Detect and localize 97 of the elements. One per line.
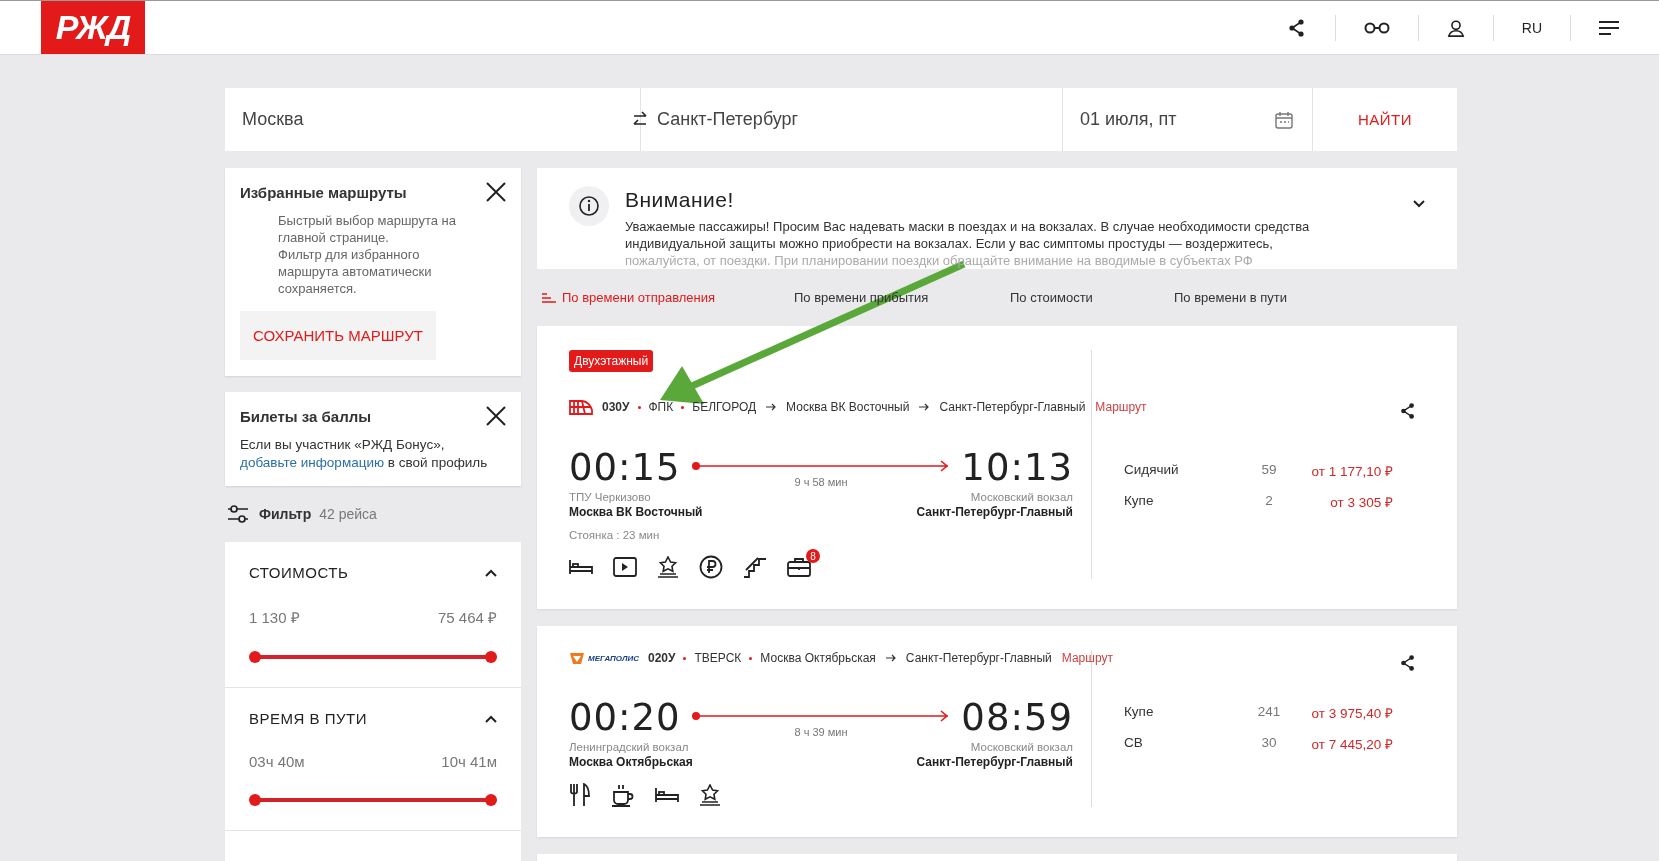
station-name: Москва Октябрьская bbox=[760, 651, 876, 665]
close-icon[interactable] bbox=[486, 182, 506, 202]
logo[interactable]: РЖД bbox=[41, 1, 145, 54]
sort-icon bbox=[542, 292, 556, 303]
close-icon[interactable] bbox=[486, 406, 506, 426]
city-name: Москва ВК Восточный bbox=[569, 505, 703, 519]
card-title: Избранные маршруты bbox=[240, 183, 407, 201]
car-class: СВ bbox=[1124, 735, 1144, 752]
route-link[interactable]: Маршрут bbox=[1095, 400, 1147, 414]
chevron-icon[interactable] bbox=[1413, 200, 1425, 208]
car-class: Купе bbox=[1124, 493, 1155, 510]
price-link[interactable]: от 1 177,10 ₽ bbox=[1304, 462, 1393, 480]
range-min: 1 130 ₽ bbox=[249, 608, 300, 627]
range-slider[interactable] bbox=[249, 651, 497, 663]
count-badge: 8 bbox=[806, 549, 820, 563]
add-info-link[interactable]: добавьте информацию bbox=[240, 455, 385, 470]
calendar-icon bbox=[1274, 109, 1294, 130]
station-name: БЕЛГОРОД bbox=[692, 400, 757, 414]
car-class: Купе bbox=[1124, 704, 1155, 721]
stop-text: Стоянка : 23 мин bbox=[569, 529, 660, 541]
from-field[interactable]: Москва bbox=[225, 88, 641, 151]
station-text: ТПУ Черкизово bbox=[569, 491, 652, 503]
description-text: Быстрый выбор маршрута на главной странице. bbox=[278, 212, 457, 246]
to-field[interactable]: Санкт-Петербург bbox=[657, 88, 1063, 151]
star-icon bbox=[699, 784, 721, 806]
share-icon[interactable] bbox=[1399, 402, 1417, 420]
station-text: Московский вокзал bbox=[969, 491, 1073, 503]
city-name: Санкт-Петербург-Главный bbox=[916, 505, 1073, 519]
price-link[interactable]: от 7 445,20 ₽ bbox=[1304, 735, 1393, 753]
arrow-icon bbox=[885, 654, 896, 662]
city-name: Москва Октябрьская bbox=[569, 755, 693, 769]
user-icon[interactable] bbox=[1446, 18, 1465, 37]
station-name: Санкт-Петербург-Главный bbox=[905, 651, 1052, 665]
arrival-time: 08:59 bbox=[961, 696, 1073, 739]
play-icon bbox=[613, 557, 637, 577]
filter-icon[interactable] bbox=[227, 504, 249, 524]
filter-label[interactable]: Фильтр bbox=[259, 506, 312, 522]
price-link[interactable]: от 3 975,40 ₽ bbox=[1304, 704, 1393, 722]
train-number: 030У bbox=[602, 400, 630, 414]
station-name: Санкт-Петербург-Главный bbox=[939, 400, 1086, 414]
description-text: Фильтр для избранного маршрута автоматически сохраняется. bbox=[278, 246, 433, 297]
range-min: 03ч 40м bbox=[249, 753, 305, 770]
arrow-icon bbox=[766, 403, 777, 411]
seat-count: 2 bbox=[1264, 493, 1274, 510]
duration: 8 ч 39 мин bbox=[794, 725, 848, 738]
notice-text: Уважаемые пассажиры! Просим Вас надевать маски в поездах и на вокзалах. В случае необходимости средства индивидуальной защиты можно приобрести на вокзалах. Если у вас симптомы простуды — воздержитесь, bbox=[625, 218, 1311, 252]
cup-icon bbox=[611, 783, 635, 807]
share-icon[interactable] bbox=[1286, 17, 1307, 38]
sort-option[interactable]: По времени отправления bbox=[537, 290, 794, 305]
briefcase-icon bbox=[787, 557, 811, 577]
fork-knife-icon bbox=[569, 783, 591, 807]
share-icon[interactable] bbox=[1399, 654, 1417, 672]
language-label[interactable]: RU bbox=[1521, 19, 1542, 36]
route-link[interactable]: Маршрут bbox=[1061, 651, 1113, 665]
trip-count: 42 рейса bbox=[319, 506, 377, 522]
bonus-text: Если вы участник «РЖД Бонус», добавьте информацию в свой профиль bbox=[240, 436, 489, 472]
train-icon bbox=[569, 398, 593, 416]
star-icon bbox=[657, 556, 679, 578]
station-text: Московский вокзал bbox=[969, 741, 1073, 753]
glasses-icon[interactable] bbox=[1363, 21, 1390, 34]
carrier-name: ФПК bbox=[648, 400, 674, 414]
notice-text: пожалуйста, от поездки. При планировании поездки обращайте внимание на вводимые в субъектах РФ bbox=[625, 252, 1254, 269]
seat-count: 59 bbox=[1260, 462, 1278, 479]
info-icon bbox=[569, 186, 609, 226]
chevron-icon[interactable] bbox=[485, 714, 497, 723]
seat-count: 241 bbox=[1256, 704, 1282, 721]
sort-option[interactable]: По стоимости bbox=[1010, 290, 1174, 305]
card-title: Билеты за баллы bbox=[240, 407, 372, 425]
range-max: 10ч 41м bbox=[441, 753, 497, 770]
city-name: Санкт-Петербург-Главный bbox=[916, 755, 1073, 769]
carrier-name: ТВЕРСК bbox=[694, 651, 742, 665]
range-slider[interactable] bbox=[249, 794, 497, 806]
chevron-icon[interactable] bbox=[485, 568, 497, 577]
bed-icon bbox=[655, 788, 679, 802]
arrow-icon bbox=[919, 403, 930, 411]
carrier-logo: МЕГАПОЛИС bbox=[569, 650, 639, 666]
ruble-icon bbox=[699, 555, 723, 579]
station-name: Москва ВК Восточный bbox=[786, 400, 910, 414]
arrival-time: 10:13 bbox=[961, 446, 1073, 489]
save-route-button[interactable]: СОХРАНИТЬ МАРШРУТ bbox=[240, 311, 436, 360]
train-badge: Двухэтажный bbox=[569, 350, 654, 372]
stairs-icon bbox=[743, 556, 767, 578]
range-max: 75 464 ₽ bbox=[437, 608, 497, 627]
filter-title[interactable]: СТОИМОСТЬ bbox=[249, 564, 349, 581]
train-number: 020У bbox=[648, 651, 676, 665]
duration: 9 ч 58 мин bbox=[794, 475, 848, 488]
sort-option[interactable]: По времени в пути bbox=[1174, 290, 1431, 305]
filter-title[interactable]: ВРЕМЯ В ПУТИ bbox=[249, 710, 367, 727]
station-text: Ленинградский вокзал bbox=[569, 741, 690, 753]
price-link[interactable]: от 3 305 ₽ bbox=[1304, 493, 1393, 511]
departure-time: 00:20 bbox=[569, 696, 681, 739]
seat-count: 30 bbox=[1260, 735, 1278, 752]
departure-time: 00:15 bbox=[569, 446, 681, 489]
bed-icon bbox=[569, 560, 593, 574]
menu-icon[interactable] bbox=[1599, 20, 1619, 35]
notice-title: Внимание! bbox=[625, 188, 735, 212]
car-class: Сидячий bbox=[1124, 462, 1180, 479]
